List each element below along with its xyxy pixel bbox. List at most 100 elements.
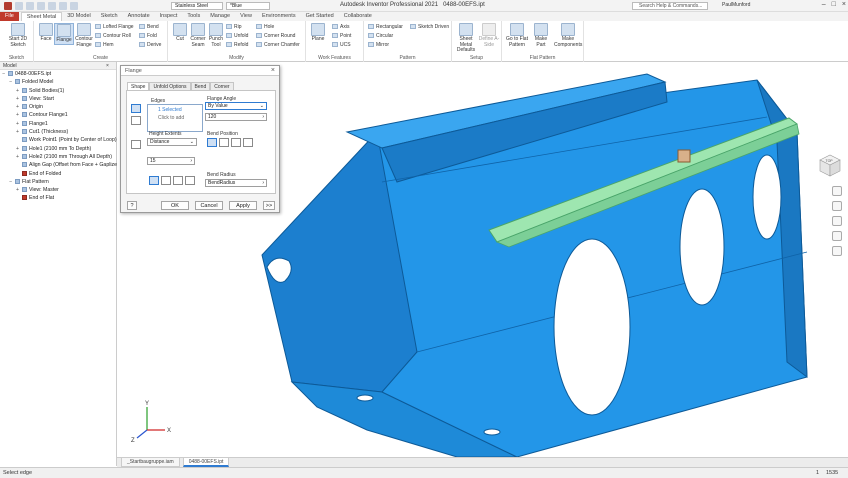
face-button[interactable]: Face (36, 23, 56, 43)
ok-button[interactable]: OK (161, 201, 189, 210)
define-a-side-button[interactable]: Define A-Side (478, 23, 500, 48)
ribbon-tab-tools[interactable]: Tools (182, 12, 205, 21)
save-icon[interactable] (37, 2, 45, 10)
make-components-button[interactable]: Make Components (554, 23, 582, 48)
punch-tool-button[interactable]: Punch Tool (206, 23, 226, 48)
tree-item[interactable]: + View: Start (0, 95, 116, 103)
inventor-logo-icon[interactable] (4, 2, 12, 10)
ribbon-tab-collaborate[interactable]: Collaborate (339, 12, 377, 21)
rectangular-pattern-button[interactable]: Rectangular (368, 24, 403, 30)
flange-button[interactable]: Flange (54, 23, 74, 45)
tree-item[interactable]: − Folded Model (0, 78, 116, 86)
undo-icon[interactable] (48, 2, 56, 10)
refold-button[interactable]: Refold (226, 42, 248, 48)
appearance-select[interactable]: *Blue (226, 2, 270, 10)
edge-select-icon[interactable] (131, 104, 141, 113)
corner-round-button[interactable]: Corner Round (256, 33, 295, 39)
ribbon-tab-manage[interactable]: Manage (205, 12, 235, 21)
help-button[interactable]: ? (127, 201, 137, 210)
tree-item[interactable]: End of Folded (0, 170, 116, 178)
ribbon-tab-file[interactable]: File (0, 12, 19, 21)
maximize-icon[interactable]: □ (832, 1, 836, 8)
fold-button[interactable]: Fold (139, 33, 157, 39)
full-navigation-wheel-icon[interactable] (832, 186, 842, 196)
tree-item[interactable]: + Origin (0, 103, 116, 111)
height-mode-select[interactable]: Distance ⌄ (147, 138, 197, 146)
document-tab[interactable]: 0488-00EFS.ipt (182, 458, 230, 467)
zoom-icon[interactable] (832, 216, 842, 226)
ucs-button[interactable]: UCS (332, 42, 351, 48)
tree-item[interactable]: + Hole2 (2100 mm Through All Depth) (0, 153, 116, 161)
browser-close-icon[interactable]: × (106, 62, 109, 70)
ribbon-tab-sheet-metal[interactable]: Sheet Metal (20, 12, 63, 21)
height-datum-outer-icon[interactable] (149, 176, 159, 185)
new-icon[interactable] (15, 2, 23, 10)
apply-button[interactable]: Apply (229, 201, 257, 210)
open-icon[interactable] (26, 2, 34, 10)
home-icon[interactable] (70, 2, 78, 10)
look-at-icon[interactable] (832, 246, 842, 256)
flange-angle-input[interactable]: 120 › (205, 113, 267, 121)
derive-button[interactable]: Derive (139, 42, 161, 48)
redo-icon[interactable] (59, 2, 67, 10)
axis-button[interactable]: Axis (332, 24, 349, 30)
tree-item[interactable]: − Flat Pattern (0, 178, 116, 186)
go-to-flat-pattern-button[interactable]: Go to Flat Pattern (506, 23, 528, 48)
start-sketch-button[interactable]: Start 2D Sketch (6, 23, 30, 48)
orbit-icon[interactable] (832, 231, 842, 241)
corner-chamfer-button[interactable]: Corner Chamfer (256, 42, 300, 48)
cut-button[interactable]: Cut (170, 23, 190, 43)
part-mount-hole[interactable] (356, 394, 374, 402)
tree-item[interactable]: + Cut1 (Thickness) (0, 128, 116, 136)
tree-item[interactable]: + Flange1 (0, 120, 116, 128)
pan-icon[interactable] (832, 201, 842, 211)
flange-manipulator-handle[interactable] (677, 149, 691, 163)
bend-radius-input[interactable]: BendRadius › (205, 179, 267, 187)
user-account[interactable]: PaulMunford (722, 2, 750, 8)
tree-item[interactable]: Work Point1 (Point by Center of Loop) (0, 136, 117, 144)
bend-position-outside-icon[interactable] (219, 138, 229, 147)
height-datum-aligned-icon[interactable] (185, 176, 195, 185)
height-datum-parallel-icon[interactable] (173, 176, 183, 185)
close-icon[interactable]: × (842, 1, 846, 8)
bend-position-tangent-icon[interactable] (243, 138, 253, 147)
part-hole-2[interactable] (679, 188, 725, 306)
ribbon-tab-3d-model[interactable]: 3D Model (62, 12, 96, 21)
ribbon-tab-get-started[interactable]: Get Started (301, 12, 339, 21)
hem-button[interactable]: Hem (95, 42, 114, 48)
part-hole-3[interactable] (752, 154, 782, 240)
plane-button[interactable]: Plane (308, 23, 328, 43)
corner-seam-button[interactable]: Corner Seam (188, 23, 208, 48)
contour-flange-button[interactable]: Contour Flange (74, 23, 94, 48)
height-datum-inner-icon[interactable] (161, 176, 171, 185)
view-cube[interactable]: TOP (816, 152, 842, 178)
angle-mode-select[interactable]: By Value ⌄ (205, 102, 267, 110)
tree-item[interactable]: + Contour Flange1 (0, 111, 116, 119)
ribbon-tab-view[interactable]: View (235, 12, 257, 21)
part-mount-hole[interactable] (483, 428, 501, 436)
height-value-input[interactable]: 15 › (147, 157, 195, 165)
flip-direction-icon[interactable] (131, 140, 141, 149)
minimize-icon[interactable]: – (822, 1, 826, 8)
bend-position-from-face-icon[interactable] (231, 138, 241, 147)
tree-item[interactable]: + Hole1 (2100 mm To Depth) (0, 145, 116, 153)
unfold-button[interactable]: Unfold (226, 33, 248, 39)
sheet-metal-defaults-button[interactable]: Sheet Metal Defaults (454, 23, 478, 54)
tree-item[interactable]: −0488-00EFS.ipt (0, 70, 116, 78)
edges-selector[interactable]: 1 Selected Click to add (147, 104, 203, 132)
hole-button[interactable]: Hole (256, 24, 274, 30)
tree-item[interactable]: Align Gap (Offset from Face + Gaplize) (0, 161, 119, 169)
more-options-button[interactable]: >> (263, 201, 275, 210)
mirror-button[interactable]: Mirror (368, 42, 389, 48)
contour-roll-button[interactable]: Contour Roll (95, 33, 131, 39)
lofted-flange-button[interactable]: Lofted Flange (95, 24, 134, 30)
part-hole-1[interactable] (553, 238, 631, 416)
ribbon-tab-annotate[interactable]: Annotate (123, 12, 155, 21)
material-select[interactable]: Stainless Steel (171, 2, 223, 10)
dialog-close-icon[interactable]: × (271, 67, 275, 74)
bend-position-inside-icon[interactable] (207, 138, 217, 147)
tree-item[interactable]: + View: Master (0, 186, 116, 194)
rip-button[interactable]: Rip (226, 24, 242, 30)
tree-item[interactable]: + Solid Bodies(1) (0, 87, 116, 95)
make-part-button[interactable]: Make Part (532, 23, 550, 48)
